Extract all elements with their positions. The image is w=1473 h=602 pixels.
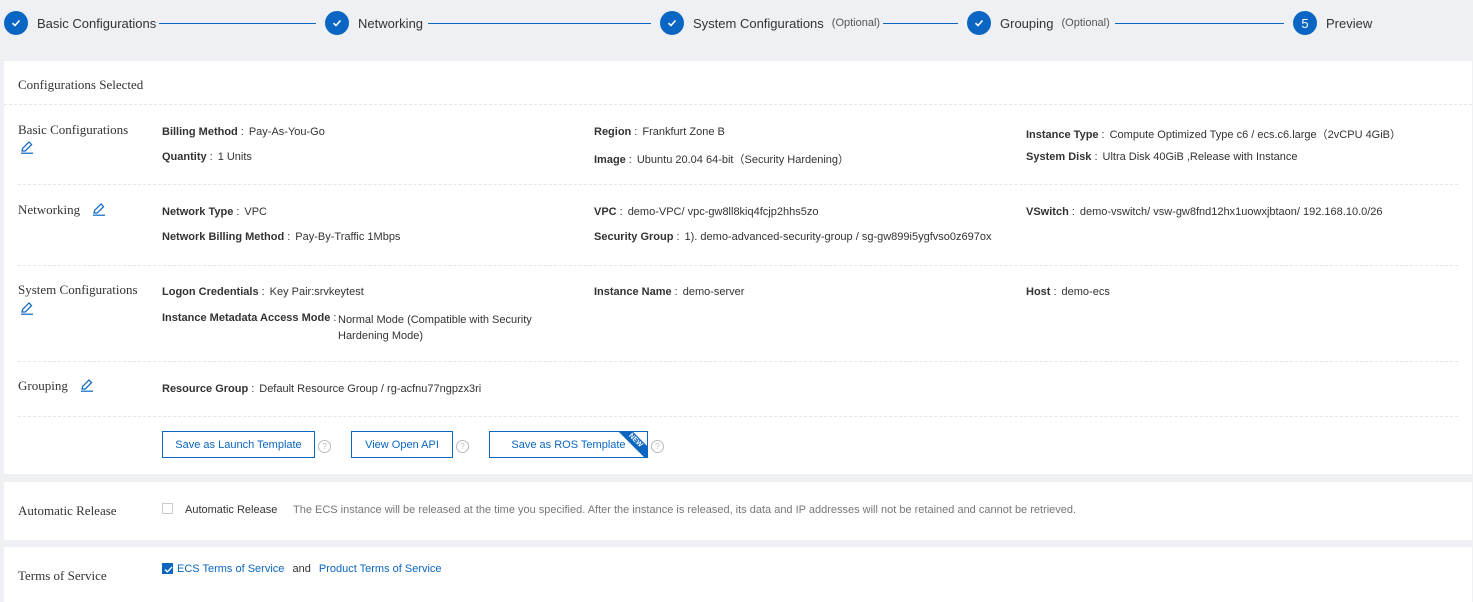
step-number: 5 — [1293, 11, 1317, 35]
divider — [4, 104, 1472, 105]
card-title: Configurations Selected — [18, 77, 144, 92]
step-networking[interactable]: Networking — [325, 11, 423, 35]
field-vpc: VPC: demo-VPC/ vpc-gw8ll8kiq4fcjp2hhs5zo — [594, 206, 819, 218]
section-title-grouping: Grouping — [18, 378, 68, 393]
section-title-basic: Basic Configurations — [18, 122, 129, 137]
edit-icon[interactable] — [20, 301, 34, 315]
ecs-terms-link[interactable]: ECS Terms of Service — [177, 563, 284, 575]
step-connector — [428, 23, 651, 24]
step-basic-configurations[interactable]: Basic Configurations — [4, 11, 156, 35]
step-progress-bar: Basic Configurations Networking System C… — [0, 0, 1473, 48]
edit-icon[interactable] — [92, 202, 106, 216]
divider — [18, 361, 1458, 362]
step-label: System Configurations — [693, 15, 824, 31]
section-title-automatic-release: Automatic Release — [18, 503, 117, 518]
field-host: Host: demo-ecs — [1026, 286, 1110, 298]
field-network-type: Network Type: VPC — [162, 206, 267, 218]
field-instance-name: Instance Name: demo-server — [594, 286, 745, 298]
product-terms-link[interactable]: Product Terms of Service — [319, 563, 442, 575]
field-region: Region: Frankfurt Zone B — [594, 126, 725, 138]
step-connector — [159, 23, 316, 24]
automatic-release-description: The ECS instance will be released at the… — [293, 504, 1077, 516]
action-bar: Save as Launch Template ? View Open API … — [4, 431, 1472, 461]
configurations-card: Configurations Selected Basic Configurat… — [4, 61, 1472, 474]
field-metadata-access-mode-value: Normal Mode (Compatible with Security Har… — [338, 314, 532, 342]
divider — [18, 265, 1458, 266]
divider — [18, 184, 1458, 185]
step-label: Preview — [1326, 15, 1373, 31]
help-icon[interactable]: ? — [456, 440, 469, 453]
check-icon — [325, 11, 349, 35]
help-icon[interactable]: ? — [318, 440, 331, 453]
automatic-release-label: Automatic Release — [185, 504, 278, 516]
terms-text: ECS Terms of Service and Product Terms o… — [177, 563, 442, 575]
step-system-configurations[interactable]: System Configurations (Optional) — [660, 11, 880, 35]
step-preview: 5 Preview — [1293, 11, 1372, 35]
step-label: Grouping — [1000, 15, 1054, 31]
edit-icon[interactable] — [20, 140, 34, 154]
terms-card: Terms of Service ECS Terms of Service an… — [4, 547, 1472, 602]
save-ros-template-label: Save as ROS Template — [511, 438, 626, 451]
field-metadata-access-mode: Instance Metadata Access Mode: — [162, 312, 337, 324]
field-network-billing-method: Network Billing Method: Pay-By-Traffic 1M… — [162, 231, 401, 243]
save-ros-template-button[interactable]: Save as ROS Template NEW — [489, 431, 648, 458]
step-grouping[interactable]: Grouping (Optional) — [967, 11, 1110, 35]
automatic-release-checkbox[interactable] — [162, 503, 173, 514]
step-label: Networking — [358, 15, 424, 31]
check-icon — [660, 11, 684, 35]
field-security-group: Security Group:1). demo-advanced-securit… — [594, 231, 992, 243]
field-system-disk: System Disk: Ultra Disk 40GiB ,Release wi… — [1026, 151, 1298, 163]
check-icon — [4, 11, 28, 35]
field-instance-type: Instance Type: Compute Optimized Type c6 … — [1026, 129, 1402, 141]
step-connector — [883, 23, 958, 24]
section-title-terms: Terms of Service — [18, 568, 107, 583]
check-icon — [164, 566, 173, 573]
field-vswitch: VSwitch: demo-vswitch/ vsw-gw8fnd12hx1uow… — [1026, 206, 1383, 218]
save-launch-template-button[interactable]: Save as Launch Template — [162, 431, 315, 458]
field-billing-method: Billing Method: Pay-As-You-Go — [162, 126, 325, 138]
divider — [18, 416, 1458, 417]
section-title-system: System Configurations — [18, 282, 138, 297]
field-logon-credentials: Logon Credentials: Key Pair:srvkeytest — [162, 286, 364, 298]
help-icon[interactable]: ? — [651, 440, 664, 453]
step-label: Basic Configurations — [37, 15, 157, 31]
edit-icon[interactable] — [80, 378, 94, 392]
step-optional-tag: (Optional) — [1061, 17, 1110, 29]
field-image: Image: Ubuntu 20.04 64-bit（Security Harde… — [594, 154, 850, 166]
check-icon — [967, 11, 991, 35]
terms-conjunction: and — [292, 563, 311, 575]
section-title-networking: Networking — [18, 202, 81, 217]
field-resource-group: Resource Group: Default Resource Group / … — [162, 383, 482, 395]
step-connector — [1115, 23, 1284, 24]
terms-checkbox[interactable] — [162, 563, 173, 574]
step-optional-tag: (Optional) — [831, 17, 881, 29]
view-open-api-button[interactable]: View Open API — [351, 431, 453, 458]
field-quantity: Quantity:1 Units — [162, 151, 252, 163]
automatic-release-card: Automatic Release Automatic Release The … — [4, 482, 1472, 540]
